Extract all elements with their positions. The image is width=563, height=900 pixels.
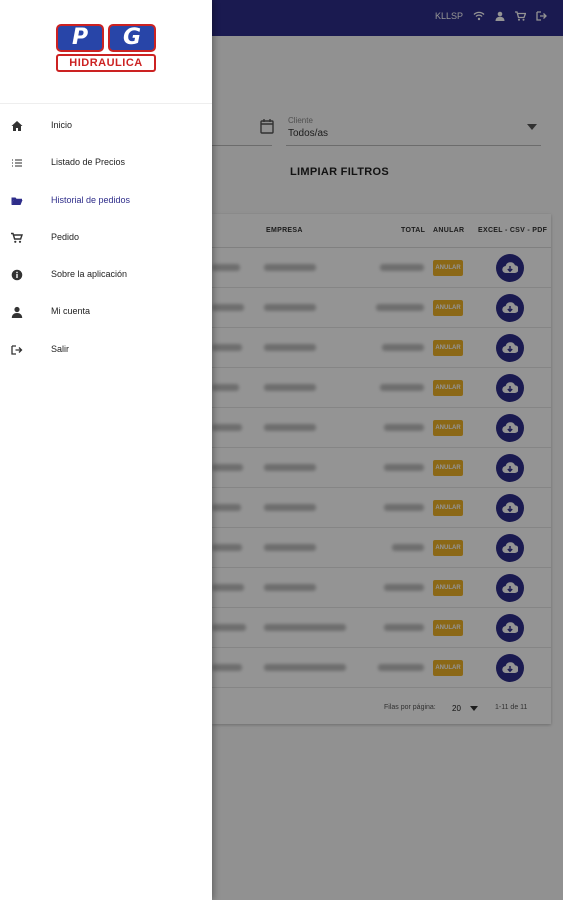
drawer-item-label: Inicio bbox=[51, 120, 73, 130]
drawer-item-label: Salir bbox=[51, 343, 70, 354]
drawer-item-label: Pedido bbox=[51, 231, 80, 242]
logout-icon bbox=[11, 344, 23, 356]
home-icon bbox=[11, 120, 23, 132]
list-icon bbox=[11, 157, 23, 169]
drawer-item-mi-cuenta[interactable]: Mi cuenta bbox=[0, 294, 212, 331]
person-icon bbox=[11, 306, 23, 319]
drawer-menu: Inicio Listado de Precios Historial de ped… bbox=[0, 108, 212, 369]
drawer-header: P G HIDRAULICA bbox=[0, 0, 212, 104]
folder-open-icon bbox=[11, 195, 23, 207]
navigation-drawer: P G HIDRAULICA Inicio Listado de Precios H… bbox=[0, 0, 212, 900]
drawer-item-historial-de-pedidos[interactable]: Historial de pedidos bbox=[0, 183, 212, 220]
company-logo: P G HIDRAULICA bbox=[56, 24, 156, 74]
drawer-item-label: Sobre la aplicación bbox=[51, 269, 128, 280]
logo-letter: G bbox=[108, 24, 156, 52]
cart-icon bbox=[11, 232, 23, 244]
info-icon bbox=[11, 269, 23, 281]
drawer-item-label: Historial de pedidos bbox=[51, 194, 131, 205]
drawer-item-inicio[interactable]: Inicio bbox=[0, 108, 212, 145]
drawer-item-pedido[interactable]: Pedido bbox=[0, 220, 212, 257]
logo-text: HIDRAULICA bbox=[56, 54, 156, 72]
drawer-item-listado-de-precios[interactable]: Listado de Precios bbox=[0, 145, 212, 182]
drawer-item-label: Mi cuenta bbox=[51, 306, 91, 317]
drawer-item-salir[interactable]: Salir bbox=[0, 332, 212, 369]
drawer-item-sobre-la-aplicacion[interactable]: Sobre la aplicación bbox=[0, 257, 212, 294]
drawer-item-label: Listado de Precios bbox=[51, 157, 126, 168]
logo-letter: P bbox=[56, 24, 104, 52]
